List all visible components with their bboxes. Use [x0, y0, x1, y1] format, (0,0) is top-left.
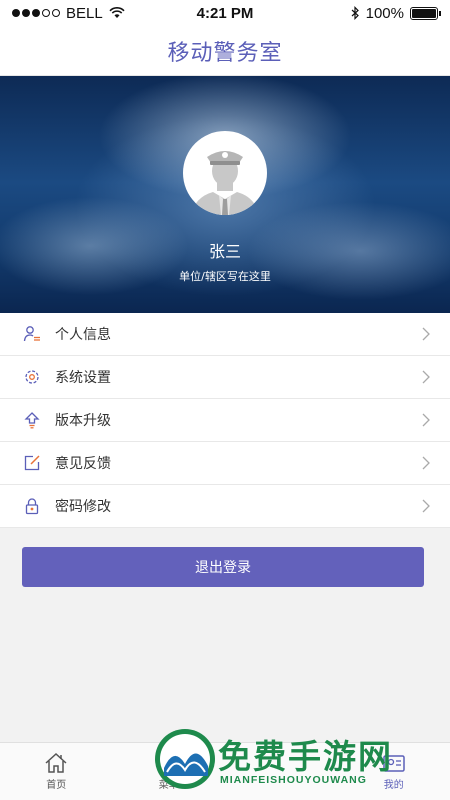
carrier-label: BELL: [66, 4, 103, 22]
menu-item-label: 版本升级: [55, 413, 111, 429]
lock-icon: [22, 496, 42, 516]
status-bar: BELL 4:21 PM 100%: [0, 0, 450, 26]
user-info-icon: [22, 324, 42, 344]
menu-item-label: 意见反馈: [55, 456, 111, 472]
menu-item-feedback[interactable]: 意见反馈: [0, 442, 450, 485]
bluetooth-icon: [351, 6, 359, 20]
profile-banner: 张三 单位/辖区写在这里: [0, 76, 450, 313]
chevron-right-icon: [422, 413, 430, 427]
edit-icon: [22, 453, 42, 473]
menu-item-personal-info[interactable]: 个人信息: [0, 313, 450, 356]
gear-icon: [22, 367, 42, 387]
chevron-right-icon: [422, 327, 430, 341]
battery-icon: [410, 6, 441, 20]
chevron-right-icon: [422, 370, 430, 384]
battery-percent: 100%: [365, 4, 404, 22]
page-title: 移动警务室: [167, 40, 283, 66]
watermark-logo: [155, 729, 215, 789]
signal-icon: [12, 9, 60, 17]
upgrade-arrow-icon: [22, 410, 42, 430]
menu-item-change-password[interactable]: 密码修改: [0, 485, 450, 528]
menu-item-version-upgrade[interactable]: 版本升级: [0, 399, 450, 442]
nav-bar: 移动警务室: [0, 26, 450, 76]
status-left: BELL: [12, 5, 125, 22]
police-officer-icon: [191, 151, 259, 215]
home-icon: [45, 752, 67, 773]
logout-button[interactable]: 退出登录: [22, 547, 424, 587]
user-name: 张三: [208, 242, 241, 261]
status-right: 100%: [351, 4, 441, 22]
menu-item-label: 个人信息: [55, 327, 111, 343]
menu-item-label: 密码修改: [55, 499, 111, 515]
watermark: 免费手游网 MIANFEISHOUYOUWANG: [150, 722, 450, 800]
watermark-text: 免费手游网: [218, 737, 393, 776]
tab-home[interactable]: 首页: [0, 743, 113, 800]
chevron-right-icon: [422, 456, 430, 470]
wifi-icon: [109, 7, 125, 18]
chevron-right-icon: [422, 499, 430, 513]
menu-item-label: 系统设置: [55, 370, 111, 386]
menu-item-system-settings[interactable]: 系统设置: [0, 356, 450, 399]
user-unit: 单位/辖区写在这里: [179, 270, 271, 283]
tab-label: 首页: [46, 780, 67, 791]
watermark-subtext: MIANFEISHOUYOUWANG: [220, 774, 367, 786]
settings-menu: 个人信息 系统设置 版本升级 意见反馈 密码修改: [0, 313, 450, 528]
avatar[interactable]: [183, 131, 267, 215]
